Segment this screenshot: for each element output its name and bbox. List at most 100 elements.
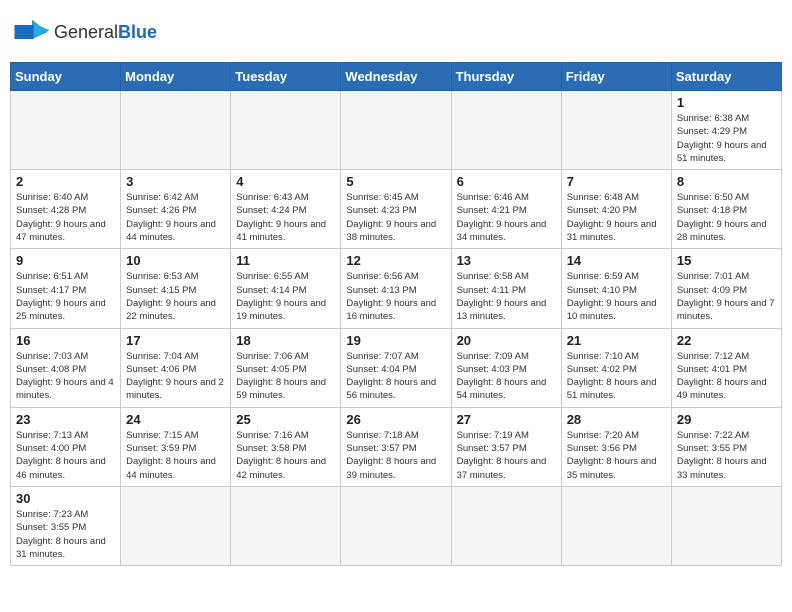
day-number: 1 [677,95,776,110]
calendar-day-cell: 9Sunrise: 6:51 AM Sunset: 4:17 PM Daylig… [11,249,121,328]
calendar-day-cell: 11 Sunrise: 6:55 AM Sunset: 4:14 PM Dayli… [231,249,341,328]
day-info: Sunrise: 6:51 AM Sunset: 4:17 PM Dayligh… [16,270,115,323]
day-number: 17 [126,333,225,348]
logo-text: GeneralBlue [54,22,157,43]
day-info: Sunrise: 7:01 AM Sunset: 4:09 PM Dayligh… [677,270,776,323]
day-info: Sunrise: 6:38 AM Sunset: 4:29 PM Dayligh… [677,112,776,165]
day-number: 13 [457,253,556,268]
day-info: Sunrise: 6:53 AM Sunset: 4:15 PM Dayligh… [126,270,225,323]
day-info: Sunrise: 7:06 AM Sunset: 4:05 PM Dayligh… [236,350,335,403]
calendar-day-cell: 5Sunrise: 6:45 AM Sunset: 4:23 PM Daylig… [341,170,451,249]
day-info: Sunrise: 7:15 AM Sunset: 3:59 PM Dayligh… [126,429,225,482]
day-info: Sunrise: 6:50 AM Sunset: 4:18 PM Dayligh… [677,191,776,244]
calendar-day-cell: 12 Sunrise: 6:56 AM Sunset: 4:13 PM Dayli… [341,249,451,328]
calendar-day-cell: 15 Sunrise: 7:01 AM Sunset: 4:09 PM Dayli… [671,249,781,328]
day-of-week-header: Friday [561,63,671,91]
day-number: 29 [677,412,776,427]
calendar-day-cell: 25 Sunrise: 7:16 AM Sunset: 3:58 PM Dayli… [231,407,341,486]
calendar-day-cell: 29Sunrise: 7:22 AM Sunset: 3:55 PM Dayli… [671,407,781,486]
day-number: 26 [346,412,445,427]
calendar-day-cell [11,91,121,170]
logo-icon [14,18,50,46]
day-info: Sunrise: 6:48 AM Sunset: 4:20 PM Dayligh… [567,191,666,244]
calendar-day-cell [671,486,781,565]
day-info: Sunrise: 6:40 AM Sunset: 4:28 PM Dayligh… [16,191,115,244]
calendar-day-cell: 27Sunrise: 7:19 AM Sunset: 3:57 PM Dayli… [451,407,561,486]
calendar-week-row: 16 Sunrise: 7:03 AM Sunset: 4:08 PM Dayli… [11,328,782,407]
calendar-day-cell: 1 Sunrise: 6:38 AM Sunset: 4:29 PM Daylig… [671,91,781,170]
day-number: 14 [567,253,666,268]
calendar-day-cell: 26 Sunrise: 7:18 AM Sunset: 3:57 PM Dayli… [341,407,451,486]
calendar-day-cell: 28Sunrise: 7:20 AM Sunset: 3:56 PM Dayli… [561,407,671,486]
day-info: Sunrise: 6:59 AM Sunset: 4:10 PM Dayligh… [567,270,666,323]
day-of-week-header: Saturday [671,63,781,91]
calendar-day-cell [561,486,671,565]
calendar-day-cell [451,91,561,170]
calendar-day-cell: 17Sunrise: 7:04 AM Sunset: 4:06 PM Dayli… [121,328,231,407]
day-number: 24 [126,412,225,427]
day-of-week-header: Sunday [11,63,121,91]
calendar-day-cell [231,91,341,170]
calendar-week-row: 2 Sunrise: 6:40 AM Sunset: 4:28 PM Daylig… [11,170,782,249]
day-number: 27 [457,412,556,427]
day-number: 8 [677,174,776,189]
day-number: 15 [677,253,776,268]
calendar-day-cell: 30 Sunrise: 7:23 AM Sunset: 3:55 PM Dayli… [11,486,121,565]
logo: GeneralBlue [14,18,157,46]
day-info: Sunrise: 6:56 AM Sunset: 4:13 PM Dayligh… [346,270,445,323]
day-number: 6 [457,174,556,189]
calendar-day-cell: 18 Sunrise: 7:06 AM Sunset: 4:05 PM Dayli… [231,328,341,407]
calendar-day-cell: 21Sunrise: 7:10 AM Sunset: 4:02 PM Dayli… [561,328,671,407]
day-number: 3 [126,174,225,189]
calendar-day-cell [121,91,231,170]
header: GeneralBlue [10,10,782,54]
day-info: Sunrise: 7:23 AM Sunset: 3:55 PM Dayligh… [16,508,115,561]
day-info: Sunrise: 7:16 AM Sunset: 3:58 PM Dayligh… [236,429,335,482]
day-of-week-header: Tuesday [231,63,341,91]
day-number: 22 [677,333,776,348]
calendar-day-cell: 23Sunrise: 7:13 AM Sunset: 4:00 PM Dayli… [11,407,121,486]
day-info: Sunrise: 6:42 AM Sunset: 4:26 PM Dayligh… [126,191,225,244]
calendar-day-cell: 4Sunrise: 6:43 AM Sunset: 4:24 PM Daylig… [231,170,341,249]
calendar-day-cell: 2 Sunrise: 6:40 AM Sunset: 4:28 PM Daylig… [11,170,121,249]
calendar-table: SundayMondayTuesdayWednesdayThursdayFrid… [10,62,782,566]
day-number: 5 [346,174,445,189]
day-number: 19 [346,333,445,348]
calendar-day-cell: 16 Sunrise: 7:03 AM Sunset: 4:08 PM Dayli… [11,328,121,407]
day-info: Sunrise: 7:03 AM Sunset: 4:08 PM Dayligh… [16,350,115,403]
day-number: 25 [236,412,335,427]
calendar-day-cell: 19Sunrise: 7:07 AM Sunset: 4:04 PM Dayli… [341,328,451,407]
day-number: 11 [236,253,335,268]
calendar-header-row: SundayMondayTuesdayWednesdayThursdayFrid… [11,63,782,91]
day-number: 30 [16,491,115,506]
calendar-day-cell: 14 Sunrise: 6:59 AM Sunset: 4:10 PM Dayli… [561,249,671,328]
day-number: 10 [126,253,225,268]
day-info: Sunrise: 7:09 AM Sunset: 4:03 PM Dayligh… [457,350,556,403]
day-number: 7 [567,174,666,189]
calendar-week-row: 1 Sunrise: 6:38 AM Sunset: 4:29 PM Daylig… [11,91,782,170]
calendar-week-row: 9Sunrise: 6:51 AM Sunset: 4:17 PM Daylig… [11,249,782,328]
calendar-day-cell [451,486,561,565]
day-number: 21 [567,333,666,348]
calendar-day-cell: 3 Sunrise: 6:42 AM Sunset: 4:26 PM Daylig… [121,170,231,249]
calendar-day-cell: 10 Sunrise: 6:53 AM Sunset: 4:15 PM Dayli… [121,249,231,328]
day-info: Sunrise: 7:18 AM Sunset: 3:57 PM Dayligh… [346,429,445,482]
day-info: Sunrise: 6:43 AM Sunset: 4:24 PM Dayligh… [236,191,335,244]
day-info: Sunrise: 6:55 AM Sunset: 4:14 PM Dayligh… [236,270,335,323]
day-number: 28 [567,412,666,427]
calendar-day-cell: 7 Sunrise: 6:48 AM Sunset: 4:20 PM Daylig… [561,170,671,249]
day-number: 2 [16,174,115,189]
day-number: 20 [457,333,556,348]
day-number: 18 [236,333,335,348]
calendar-day-cell: 13 Sunrise: 6:58 AM Sunset: 4:11 PM Dayli… [451,249,561,328]
calendar-day-cell [341,486,451,565]
calendar-day-cell: 22Sunrise: 7:12 AM Sunset: 4:01 PM Dayli… [671,328,781,407]
day-number: 12 [346,253,445,268]
calendar-day-cell: 20 Sunrise: 7:09 AM Sunset: 4:03 PM Dayli… [451,328,561,407]
day-info: Sunrise: 6:58 AM Sunset: 4:11 PM Dayligh… [457,270,556,323]
calendar-week-row: 30 Sunrise: 7:23 AM Sunset: 3:55 PM Dayli… [11,486,782,565]
day-info: Sunrise: 6:46 AM Sunset: 4:21 PM Dayligh… [457,191,556,244]
day-of-week-header: Monday [121,63,231,91]
day-number: 16 [16,333,115,348]
calendar-day-cell [561,91,671,170]
